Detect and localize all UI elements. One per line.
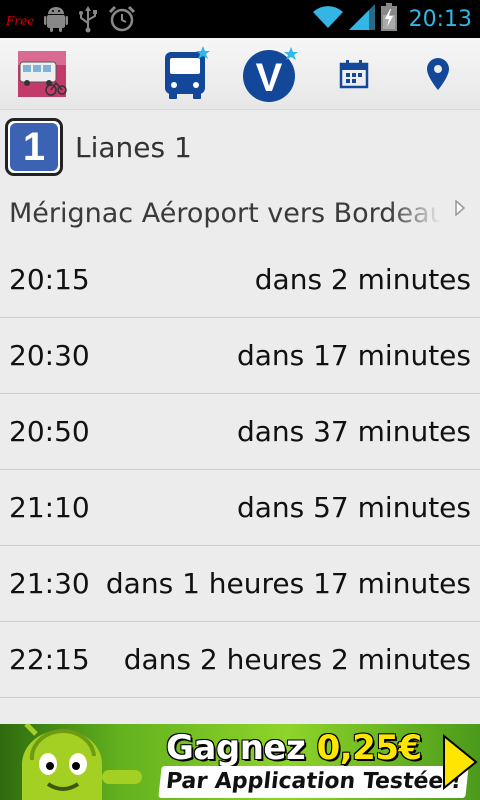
departure-countdown: dans 37 minutes <box>236 415 471 448</box>
ad-headline: Gagnez 0,25€ <box>166 728 422 768</box>
departure-countdown: dans 17 minutes <box>236 339 471 372</box>
system-icons: 20:13 <box>312 3 472 35</box>
location-pin-icon[interactable] <box>418 38 458 110</box>
departure-countdown: dans 2 heures 2 minutes <box>123 643 471 676</box>
departures-list: 20:15 dans 2 minutes 20:30 dans 17 minut… <box>0 242 480 698</box>
list-item[interactable]: 20:15 dans 2 minutes <box>0 242 480 318</box>
departure-countdown: dans 2 minutes <box>254 263 471 296</box>
departure-time: 21:30 <box>9 567 90 600</box>
departure-time: 20:30 <box>9 339 90 372</box>
list-item[interactable]: 20:30 dans 17 minutes <box>0 318 480 394</box>
bus-icon[interactable] <box>158 38 214 110</box>
status-bar: Free 20:13 <box>0 0 480 38</box>
play-arrow-icon <box>442 733 478 794</box>
status-time: 20:13 <box>408 6 472 32</box>
calendar-icon[interactable] <box>334 38 374 110</box>
departure-time: 22:15 <box>9 643 90 676</box>
line-name: Lianes 1 <box>75 130 192 164</box>
action-bar: V <box>0 38 480 110</box>
wifi-icon <box>312 4 343 34</box>
departure-time: 20:15 <box>9 263 90 296</box>
departure-time: 21:10 <box>9 491 90 524</box>
ad-headline-text: Gagnez <box>166 728 306 768</box>
list-item[interactable]: 21:30 dans 1 heures 17 minutes <box>0 546 480 622</box>
departure-countdown: dans 57 minutes <box>236 491 471 524</box>
app-logo-icon[interactable] <box>14 38 70 110</box>
ad-subline: Par Application Testée ! <box>158 766 469 798</box>
list-item[interactable]: 21:10 dans 57 minutes <box>0 470 480 546</box>
notification-icons: Free <box>6 5 136 37</box>
departure-countdown: dans 1 heures 17 minutes <box>105 567 471 600</box>
usb-icon <box>78 5 98 37</box>
list-item[interactable]: 20:50 dans 37 minutes <box>0 394 480 470</box>
battery-icon <box>380 3 397 35</box>
v-logo-icon[interactable]: V <box>240 38 302 110</box>
ad-banner[interactable]: Gagnez 0,25€ Par Application Testée ! <box>0 724 480 800</box>
line-number: 1 <box>10 123 58 171</box>
android-robot-icon <box>2 724 152 800</box>
departure-time: 20:50 <box>9 415 90 448</box>
alarm-icon <box>108 5 136 37</box>
carrier-logo: Free <box>6 14 35 28</box>
chevron-right-icon[interactable] <box>454 199 466 220</box>
android-icon <box>44 5 69 37</box>
schedule-content: 1 Lianes 1 Mérignac Aéroport vers Bordea… <box>0 110 480 724</box>
signal-icon <box>348 4 375 34</box>
ad-amount: 0,25€ <box>316 728 423 768</box>
line-badge: 1 <box>5 118 63 176</box>
direction-label[interactable]: Mérignac Aéroport vers Bordeaux <box>9 198 441 234</box>
list-item[interactable]: 22:15 dans 2 heures 2 minutes <box>0 622 480 698</box>
line-header: 1 Lianes 1 <box>5 118 192 176</box>
svg-text:V: V <box>256 56 283 100</box>
